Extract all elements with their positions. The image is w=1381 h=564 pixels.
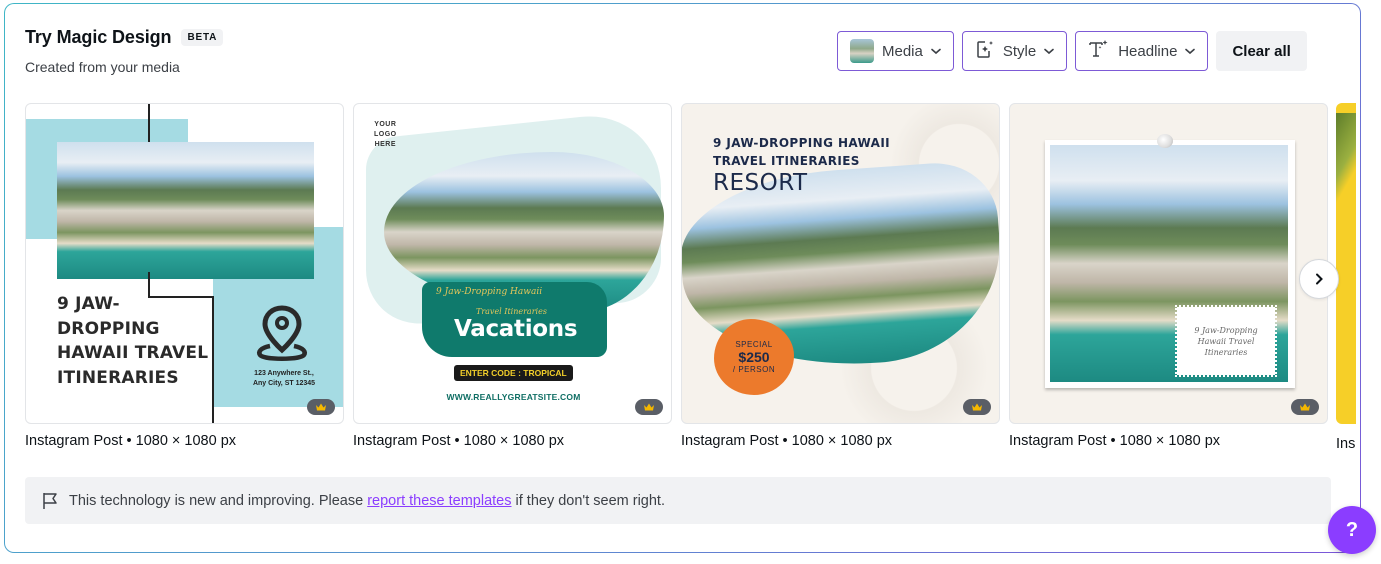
filter-controls: Media Style Headline Clear all xyxy=(837,31,1307,71)
feedback-notice: This technology is new and improving. Pl… xyxy=(25,477,1331,524)
postage-stamp: 9 Jaw-Dropping Hawaii Travel Itineraries xyxy=(1175,305,1277,377)
logo-line: YOUR xyxy=(374,121,397,128)
chevron-down-icon xyxy=(1185,46,1196,56)
template-address: 123 Anywhere St., Any City, ST 12345 xyxy=(244,369,324,389)
address-line: Any City, ST 12345 xyxy=(252,380,316,387)
pushpin-icon xyxy=(1157,134,1173,148)
media-filter-button[interactable]: Media xyxy=(837,31,954,71)
template-preview[interactable]: 9 JAW-DROPPING HAWAII TRAVEL ITINERARIES… xyxy=(681,103,1000,424)
chevron-down-icon xyxy=(931,46,941,56)
template-card[interactable]: 9 JAW- DROPPING HAWAII TRAVEL ITINERARIE… xyxy=(25,103,344,449)
headline-filter-label: Headline xyxy=(1118,42,1178,60)
price-badge-price: $250 xyxy=(738,349,770,365)
template-headline: 9 JAW-DROPPING HAWAII TRAVEL ITINERARIES xyxy=(713,134,890,170)
template-label: Instagram Post • 1080 × 1080 px xyxy=(25,433,237,449)
template-website: WWW.REALLYGREATSITE.COM xyxy=(446,392,581,402)
crown-icon xyxy=(972,403,982,411)
template-label: Ins xyxy=(1336,436,1356,452)
template-label: Instagram Post • 1080 × 1080 px xyxy=(681,433,893,449)
template-carousel: 9 JAW- DROPPING HAWAII TRAVEL ITINERARIE… xyxy=(25,103,1328,449)
template-subhead: RESORT xyxy=(713,170,808,196)
notice-text-after: if they don't seem right. xyxy=(511,492,665,509)
template-label: Instagram Post • 1080 × 1080 px xyxy=(353,433,565,449)
premium-badge xyxy=(963,399,991,415)
template-preview-partial[interactable] xyxy=(1336,103,1356,424)
headline-line: 9 JAW-DROPPING HAWAII xyxy=(713,136,891,150)
media-thumbnail-icon xyxy=(850,39,874,63)
price-badge: SPECIAL $250 / PERSON xyxy=(714,319,794,395)
address-line: 123 Anywhere St., xyxy=(254,370,314,377)
template-script-text: 9 Jaw-Dropping Hawaii xyxy=(436,287,543,297)
template-headline: 9 JAW- DROPPING HAWAII TRAVEL ITINERARIE… xyxy=(57,292,208,390)
style-sparkle-icon xyxy=(975,39,995,63)
chevron-down-icon xyxy=(1044,46,1055,56)
template-script-text: Travel Itineraries xyxy=(476,307,547,316)
style-filter-label: Style xyxy=(1002,42,1037,60)
page-title: Try Magic Design xyxy=(25,27,172,47)
logo-placeholder: YOUR LOGO HERE xyxy=(374,120,397,150)
price-badge-bottom: / PERSON xyxy=(732,365,776,374)
template-card[interactable]: 9 JAW-DROPPING HAWAII TRAVEL ITINERARIES… xyxy=(681,103,1000,449)
notice-text: This technology is new and improving. Pl… xyxy=(69,493,665,509)
crown-icon xyxy=(644,403,654,411)
stamp-line: 9 Jaw-Dropping xyxy=(1194,325,1258,335)
premium-badge xyxy=(635,399,663,415)
beta-badge: BETA xyxy=(181,29,224,46)
template-label: Instagram Post • 1080 × 1080 px xyxy=(1009,433,1221,449)
stamp-line: Itineraries xyxy=(1204,347,1248,357)
flag-icon xyxy=(43,492,57,509)
headline-line: TRAVEL ITINERARIES xyxy=(713,154,860,168)
decorative-line xyxy=(148,104,150,142)
decorative-leaf xyxy=(1336,113,1356,208)
template-photo xyxy=(57,142,314,279)
crown-icon xyxy=(316,403,326,411)
headline-line: DROPPING xyxy=(57,318,160,339)
decorative-line xyxy=(212,296,214,423)
chevron-right-icon xyxy=(1316,273,1323,285)
template-card[interactable]: YOUR LOGO HERE 9 Jaw-Dropping Hawaii Tra… xyxy=(353,103,672,449)
premium-badge xyxy=(307,399,335,415)
stamp-line: Hawaii Travel xyxy=(1197,336,1255,346)
subtitle: Created from your media xyxy=(25,59,180,75)
logo-line: HERE xyxy=(374,141,397,148)
media-filter-label: Media xyxy=(882,42,923,60)
header: Try Magic Design BETA xyxy=(25,27,224,48)
template-preview[interactable]: YOUR LOGO HERE 9 Jaw-Dropping Hawaii Tra… xyxy=(353,103,672,424)
template-card[interactable]: 9 Jaw-Dropping Hawaii Travel Itineraries… xyxy=(1009,103,1328,449)
template-preview[interactable]: 9 JAW- DROPPING HAWAII TRAVEL ITINERARIE… xyxy=(25,103,344,424)
headline-line: HAWAII TRAVEL xyxy=(57,343,209,363)
headline-text-sparkle-icon xyxy=(1088,39,1110,63)
premium-badge xyxy=(1291,399,1319,415)
logo-line: LOGO xyxy=(374,131,397,138)
headline-filter-button[interactable]: Headline xyxy=(1075,31,1209,71)
notice-text-before: This technology is new and improving. Pl… xyxy=(69,492,368,509)
promo-code: ENTER CODE : TROPICAL xyxy=(454,365,573,381)
headline-line: 9 JAW- xyxy=(57,294,120,314)
crown-icon xyxy=(1300,403,1310,411)
clear-all-button[interactable]: Clear all xyxy=(1216,31,1307,71)
carousel-next-button[interactable] xyxy=(1299,259,1339,299)
price-badge-top: SPECIAL xyxy=(735,340,773,349)
headline-line: ITINERARIES xyxy=(57,367,179,388)
template-preview[interactable]: 9 Jaw-Dropping Hawaii Travel Itineraries xyxy=(1009,103,1328,424)
help-button[interactable]: ? xyxy=(1328,506,1376,554)
report-templates-link[interactable]: report these templates xyxy=(367,493,511,509)
template-headline: Vacations xyxy=(454,316,578,342)
location-pin-icon xyxy=(254,304,310,369)
style-filter-button[interactable]: Style xyxy=(961,31,1068,71)
